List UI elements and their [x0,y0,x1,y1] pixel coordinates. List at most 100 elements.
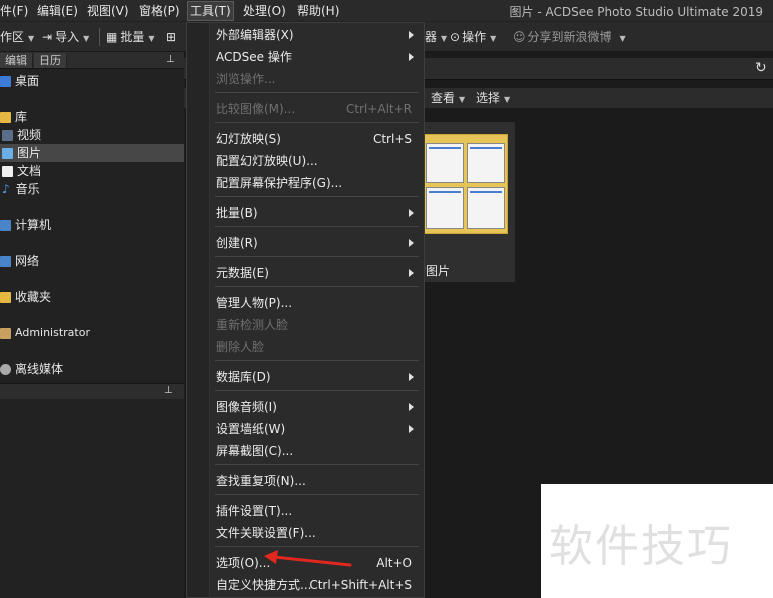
import-icon: ⇥ [42,30,53,44]
tree-label: Administrator [15,326,90,339]
menu-item-browse-actions: 浏览操作... [216,70,416,88]
tree-item-pictures[interactable]: 图片 [2,144,41,162]
editor-button-partial[interactable]: 器 ▼ [425,28,447,46]
tree-item-documents[interactable]: 文档 [2,162,41,180]
menu-item-slideshow[interactable]: 幻灯放映(S) Ctrl+S [216,130,416,148]
submenu-arrow-icon [409,31,414,39]
chevron-down-icon: ▼ [148,34,155,43]
menu-item-label: 配置屏幕保护程序(G)... [216,176,343,190]
tree-item-administrator[interactable]: Administrator [0,324,90,342]
watermark-text: 软件技巧 [549,521,733,572]
menu-item-metadata[interactable]: 元数据(E) [216,264,416,282]
menu-item-label: 数据库(D) [216,370,271,384]
actions-label: 操作 [462,30,487,44]
actions-button[interactable]: ⊙ 操作 ▼ [450,28,496,46]
submenu-arrow-icon [409,239,414,247]
submenu-arrow-icon [409,425,414,433]
menu-process[interactable]: 处理(O) [243,3,286,19]
lower-panel-header: ⊥ [0,383,184,399]
tree-item-computer[interactable]: 计算机 [0,216,51,234]
menu-item-shortcut: Ctrl+Alt+R [345,102,412,116]
menu-tools[interactable]: 工具(T) [187,1,234,21]
chevron-down-icon: ▼ [28,34,35,43]
menu-item-label: 创建(R) [216,236,258,250]
pin-icon[interactable]: ⊥ [166,54,175,65]
submenu-arrow-icon [409,373,414,381]
view-menu-button[interactable]: 查看 ▼ [431,90,465,106]
menu-item-label: 自定义快捷方式... [216,578,312,592]
menu-item-file-association[interactable]: 文件关联设置(F)... [216,524,416,542]
tree-label: 桌面 [15,74,40,88]
menu-item-database[interactable]: 数据库(D) [216,368,416,386]
menu-separator [215,286,419,287]
submenu-arrow-icon [409,403,414,411]
tree-item-desktop[interactable]: 桌面 [0,72,39,90]
menu-separator [215,122,419,123]
pin-icon[interactable]: ⊥ [164,385,173,396]
menu-item-external-editors[interactable]: 外部编辑器(X) [216,26,416,44]
menu-item-configure-slideshow[interactable]: 配置幻灯放映(U)... [216,152,416,170]
chevron-down-icon: ▼ [83,34,90,43]
menu-view[interactable]: 视图(V) [87,3,129,19]
share-weibo-button[interactable]: ☺ 分享到新浪微博 ▼ [513,28,626,46]
computer-icon [0,220,11,231]
tree-label: 计算机 [15,218,52,232]
menu-file[interactable]: 件(F) [0,3,28,19]
menu-item-customize-shortcuts[interactable]: 自定义快捷方式... Ctrl+Shift+Alt+S [216,576,416,594]
menu-pane[interactable]: 窗格(P) [139,3,180,19]
menu-item-shortcut: Alt+O [376,556,412,570]
menu-item-label: 查找重复项(N)... [216,474,306,488]
tree-item-offline-media[interactable]: 离线媒体 [0,360,63,378]
import-button[interactable]: ⇥ 导入 ▼ [42,28,89,46]
menu-item-redetect-faces: 重新检测人脸 [216,316,416,334]
menu-bar: 件(F) 编辑(E) 视图(V) 窗格(P) 工具(T) 处理(O) 帮助(H)… [0,0,773,22]
menu-item-acdsee-actions[interactable]: ACDSee 操作 [216,48,416,66]
folders-panel: 编辑 日历 ⊥ 桌面 库 视频 图片 文档 ♪ 音乐 计算机 网络 收藏夹 Adm… [0,52,184,598]
menu-item-screen-capture[interactable]: 屏幕截图(C)... [216,442,416,460]
menu-help[interactable]: 帮助(H) [297,3,339,19]
chevron-down-icon: ▼ [619,34,626,43]
view-label: 查看 [431,91,456,105]
tree-label: 库 [15,110,28,124]
folder-tile[interactable]: 的图片 [414,122,515,282]
thumbnail-image [467,187,505,229]
batch-button[interactable]: ▦ 批量 ▼ [106,28,155,46]
tree-item-favorites[interactable]: 收藏夹 [0,288,51,306]
menu-edit[interactable]: 编辑(E) [37,3,78,19]
workspace-button[interactable]: 作区 ▼ [0,28,34,46]
disc-icon [0,364,11,375]
menu-item-label: 图像音频(I) [216,400,277,414]
menu-item-configure-screensaver[interactable]: 配置屏幕保护程序(G)... [216,174,416,192]
menu-item-manage-people[interactable]: 管理人物(P)... [216,294,416,312]
menu-item-create[interactable]: 创建(R) [216,234,416,252]
watermark-box: 软件技巧 [541,484,773,598]
menu-separator [215,360,419,361]
refresh-icon[interactable]: ↻ [755,61,769,75]
chevron-down-icon: ▼ [441,34,448,43]
menu-item-set-wallpaper[interactable]: 设置墙纸(W) [216,420,416,438]
menu-item-batch[interactable]: 批量(B) [216,204,416,222]
tree-item-videos[interactable]: 视频 [2,126,41,144]
tree-item-music[interactable]: ♪ 音乐 [2,180,40,198]
import-label: 导入 [55,30,80,44]
library-icon [0,112,11,123]
tree-label: 离线媒体 [15,362,64,376]
menu-item-label: 比较图像(M)... [216,102,296,116]
thumbnail-image [467,143,505,183]
tab-calendar[interactable]: 日历 [34,53,67,68]
tab-edit[interactable]: 编辑 [0,53,33,68]
menu-item-plugin-settings[interactable]: 插件设置(T)... [216,502,416,520]
menu-item-image-audio[interactable]: 图像音频(I) [216,398,416,416]
folder-thumbnail [420,134,508,234]
menu-item-delete-faces: 删除人脸 [216,338,416,356]
tree-item-network[interactable]: 网络 [0,252,39,270]
tree-item-library[interactable]: 库 [0,108,27,126]
menu-item-label: 重新检测人脸 [216,318,289,332]
menu-separator [215,256,419,257]
create-icon[interactable]: ⊞ [166,28,176,46]
submenu-arrow-icon [409,269,414,277]
menu-item-find-duplicates[interactable]: 查找重复项(N)... [216,472,416,490]
tree-label: 视频 [17,128,42,142]
menu-item-label: 浏览操作... [216,72,276,86]
select-menu-button[interactable]: 选择 ▼ [476,90,510,106]
